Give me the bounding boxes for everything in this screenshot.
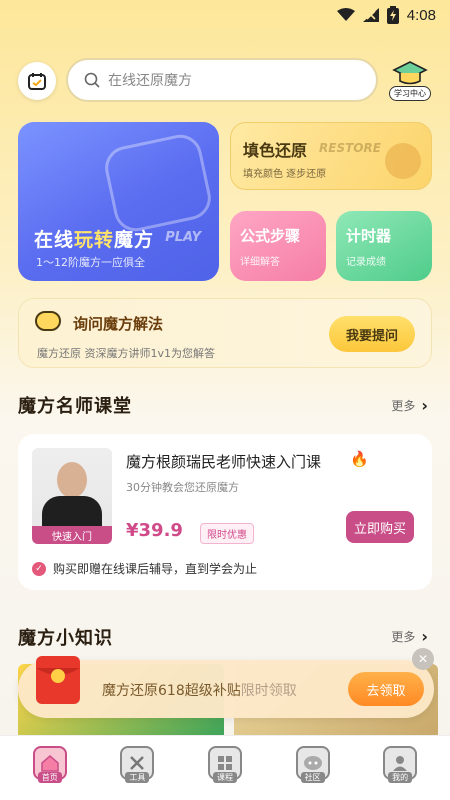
timer-title: 计时器 xyxy=(346,227,392,245)
timer-subtitle: 记录成绩 xyxy=(346,257,386,268)
top-bar: 在线还原魔方 学习中心 xyxy=(18,58,432,104)
teacher-photo: 快速入门 xyxy=(32,448,112,544)
graduation-cap-icon xyxy=(392,61,428,85)
ask-subtitle: 魔方还原 资深魔方讲师1v1为您解答 xyxy=(37,347,216,360)
bottom-nav: 首页 工具 课程 社区 我的 xyxy=(0,735,450,800)
red-envelope-icon xyxy=(36,656,80,704)
claim-button[interactable]: 去领取 xyxy=(348,672,424,706)
timer-card[interactable]: 计时器 记录成绩 xyxy=(336,211,432,281)
nav-home[interactable]: 首页 xyxy=(15,746,85,800)
nav-label: 首页 xyxy=(37,772,62,783)
color-restore-subtitle: 填充颜色 逐步还原 xyxy=(243,169,327,180)
status-icons: 4:08 xyxy=(336,6,436,24)
more-label: 更多 xyxy=(391,399,416,413)
search-input[interactable]: 在线还原魔方 xyxy=(66,58,378,102)
study-center-button[interactable]: 学习中心 xyxy=(388,58,432,104)
course-note-text: 购买即赠在线课后辅导，直到学会为止 xyxy=(53,562,258,576)
formula-steps-title: 公式步骤 xyxy=(240,227,301,245)
course-price: ¥39.9 xyxy=(126,520,183,541)
fire-icon: 🔥 xyxy=(350,450,369,468)
palette-icon xyxy=(385,143,421,179)
formula-steps-subtitle: 详细解答 xyxy=(240,257,280,268)
nav-label: 我的 xyxy=(388,772,413,783)
nav-label: 课程 xyxy=(212,772,237,783)
chevron-right-icon: › xyxy=(421,396,428,415)
ask-solution-banner[interactable]: 询问魔方解法 魔方还原 资深魔方讲师1v1为您解答 我要提问 xyxy=(18,298,432,368)
course-subtitle: 30分钟教会您还原魔方 xyxy=(126,481,239,494)
discount-badge: 限时优惠 xyxy=(200,523,254,544)
tips-more-link[interactable]: 更多 › xyxy=(391,627,428,646)
color-restore-card[interactable]: 填色还原 RESTORE 填充颜色 逐步还原 xyxy=(230,122,432,190)
close-icon[interactable]: ✕ xyxy=(412,648,434,670)
chat-bubble-icon xyxy=(35,311,61,331)
promo-banner[interactable]: 魔方还原618超级补贴限时领取 去领取 xyxy=(18,656,434,718)
more-label: 更多 xyxy=(391,630,416,644)
gamepad-icon xyxy=(101,130,215,236)
clock: 4:08 xyxy=(406,6,436,24)
calendar-button[interactable] xyxy=(18,62,56,100)
online-play-title: 在线玩转魔方 xyxy=(34,229,155,251)
check-icon: ✓ xyxy=(32,561,46,576)
teacher-section-title: 魔方名师课堂 xyxy=(18,396,132,417)
promo-text: 魔方还原618超级补贴限时领取 xyxy=(102,683,297,699)
buy-now-button[interactable]: 立即购买 xyxy=(346,511,414,543)
nav-label: 工具 xyxy=(125,772,150,783)
nav-label: 社区 xyxy=(300,772,325,783)
color-restore-en: RESTORE xyxy=(319,141,381,155)
course-tag: 快速入门 xyxy=(32,526,112,544)
online-play-card[interactable]: 在线玩转魔方 PLAY 1～12阶魔方一应俱全 xyxy=(18,122,219,281)
tips-section-title: 魔方小知识 xyxy=(18,628,113,649)
nav-profile[interactable]: 我的 xyxy=(365,746,435,800)
online-play-subtitle: 1～12阶魔方一应俱全 xyxy=(36,256,145,269)
color-restore-title: 填色还原 xyxy=(243,141,308,160)
nav-community[interactable]: 社区 xyxy=(278,746,348,800)
teacher-more-link[interactable]: 更多 › xyxy=(391,396,428,415)
chevron-right-icon: › xyxy=(421,627,428,646)
nav-courses[interactable]: 课程 xyxy=(190,746,260,800)
nav-tools[interactable]: 工具 xyxy=(102,746,172,800)
ask-title: 询问魔方解法 xyxy=(73,315,164,333)
calendar-icon xyxy=(28,73,46,90)
course-title: 魔方根颜瑞民老师快速入门课 xyxy=(126,453,322,471)
course-card[interactable]: 快速入门 魔方根颜瑞民老师快速入门课 🔥 30分钟教会您还原魔方 ¥39.9 限… xyxy=(18,434,432,590)
battery-icon xyxy=(386,6,399,24)
study-center-label: 学习中心 xyxy=(389,86,431,101)
search-placeholder: 在线还原魔方 xyxy=(108,73,192,89)
ask-question-button[interactable]: 我要提问 xyxy=(329,316,415,352)
signal-icon xyxy=(362,8,379,22)
teacher-head xyxy=(57,462,87,498)
wifi-icon xyxy=(336,8,355,21)
formula-steps-card[interactable]: 公式步骤 详细解答 xyxy=(230,211,326,281)
search-icon xyxy=(84,72,100,88)
online-play-en: PLAY xyxy=(165,230,201,245)
course-note: ✓ 购买即赠在线课后辅导，直到学会为止 xyxy=(32,560,257,577)
status-bar: 4:08 xyxy=(0,0,450,34)
